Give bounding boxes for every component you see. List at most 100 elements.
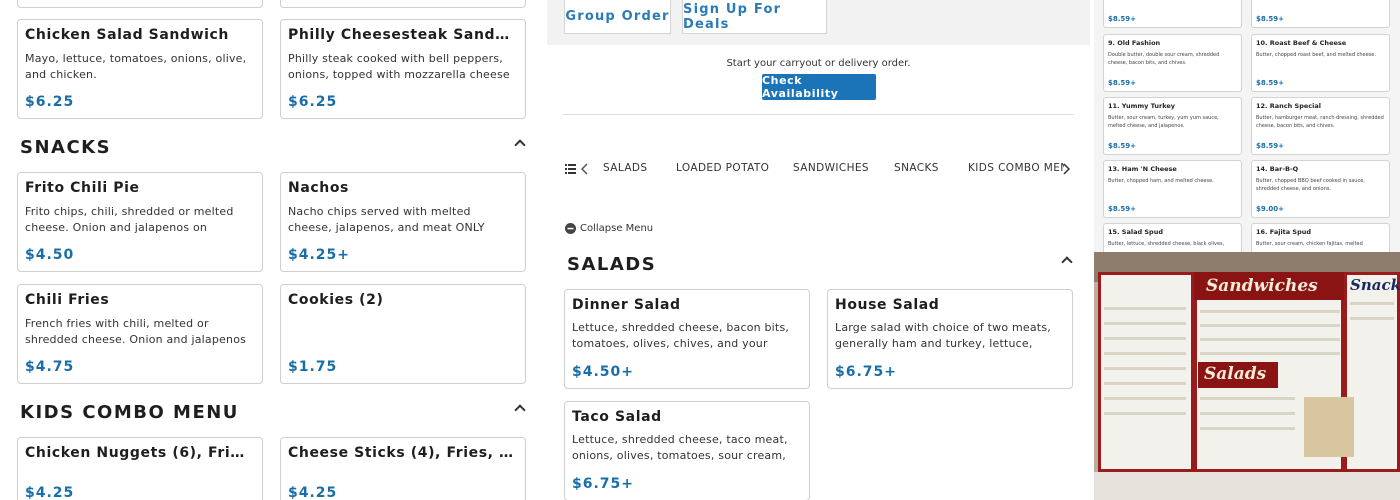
menu-item-card-small[interactable]: 9. Old Fashion Double butter, double sou… bbox=[1103, 34, 1242, 92]
menu-item-card[interactable]: Cheese Sticks (4), Fries, & Apple... $4.… bbox=[280, 437, 526, 500]
minus-circle-icon bbox=[565, 223, 576, 234]
board-text-line bbox=[1200, 324, 1340, 327]
item-title: 13. Ham 'N Cheese bbox=[1108, 165, 1177, 173]
printed-menu-panel: $8.59+ $8.59+ 9. Old Fashion Double butt… bbox=[1094, 0, 1400, 500]
list-icon[interactable] bbox=[565, 164, 576, 174]
tab-kids-combo-menu[interactable]: KIDS COMBO MENU bbox=[968, 162, 1064, 174]
item-price: $4.75 bbox=[25, 359, 75, 375]
item-description: Mayo, lettuce, tomatoes, onions, olive, … bbox=[25, 52, 247, 81]
board-text-line bbox=[1104, 397, 1186, 400]
chevron-left-icon[interactable] bbox=[581, 163, 588, 175]
board-text-line bbox=[1104, 337, 1186, 340]
item-description: Double butter, double sour cream, shredd… bbox=[1108, 52, 1220, 66]
item-title: 15. Salad Spud bbox=[1108, 228, 1163, 236]
item-title: Dinner Salad bbox=[572, 297, 681, 313]
menu-item-card-small[interactable]: 13. Ham 'N Cheese Butter, chopped ham, a… bbox=[1103, 160, 1242, 218]
board-title-salads: Salads bbox=[1204, 364, 1267, 384]
menu-item-card-small[interactable]: $8.59+ bbox=[1251, 0, 1390, 28]
main-order-panel: Group Order Sign Up For Deals Start your… bbox=[547, 0, 1090, 500]
item-price: $4.50+ bbox=[572, 364, 635, 380]
menu-item-card-small[interactable]: 10. Roast Beef & Cheese Butter, chopped … bbox=[1251, 34, 1390, 92]
item-description: Butter, chopped BBQ beef cooked in sauce… bbox=[1256, 178, 1365, 192]
item-title: Taco Salad bbox=[572, 409, 662, 425]
paper-sign bbox=[1304, 397, 1354, 457]
item-price: $1.75 bbox=[288, 359, 338, 375]
item-price: $4.25 bbox=[288, 485, 338, 500]
item-price: $8.59+ bbox=[1256, 79, 1285, 87]
item-price: $4.50 bbox=[25, 247, 75, 263]
item-price: $8.59+ bbox=[1256, 142, 1285, 150]
item-description: French fries with chili, melted or shred… bbox=[25, 317, 247, 346]
sign-up-deals-button[interactable]: Sign Up For Deals bbox=[682, 0, 827, 34]
menu-item-card-partial[interactable] bbox=[280, 0, 526, 8]
chevron-up-icon[interactable] bbox=[514, 404, 526, 416]
left-menu-panel: Chicken Salad Sandwich Mayo, lettuce, to… bbox=[0, 0, 542, 500]
board-text-line bbox=[1104, 412, 1186, 415]
board-text-line bbox=[1104, 352, 1186, 355]
tab-salads[interactable]: SALADS bbox=[603, 162, 647, 174]
item-title: Cookies (2) bbox=[288, 292, 384, 308]
item-description: Butter, chopped ham, and melted cheese. bbox=[1108, 178, 1214, 184]
item-price: $6.75+ bbox=[835, 364, 898, 380]
item-title: 10. Roast Beef & Cheese bbox=[1256, 39, 1347, 47]
collapse-menu-label: Collapse Menu bbox=[580, 223, 654, 234]
tab-snacks[interactable]: SNACKS bbox=[894, 162, 939, 174]
section-heading-kids: KIDS COMBO MENU bbox=[20, 402, 239, 423]
item-description: Frito chips, chili, shredded or melted c… bbox=[25, 205, 234, 234]
menu-item-card-small[interactable]: 11. Yummy Turkey Butter, sour cream, tur… bbox=[1103, 97, 1242, 155]
board-text-line bbox=[1200, 338, 1340, 341]
board-title-sandwiches: Sandwiches bbox=[1206, 276, 1318, 296]
board-text-line bbox=[1200, 352, 1340, 355]
menu-item-card-small[interactable]: $8.59+ bbox=[1103, 0, 1242, 28]
chevron-right-icon[interactable] bbox=[1063, 163, 1070, 175]
menu-item-card[interactable]: Chicken Salad Sandwich Mayo, lettuce, to… bbox=[17, 19, 263, 119]
photo-ceiling bbox=[1094, 472, 1400, 500]
board-text-line bbox=[1350, 317, 1394, 320]
item-title: 9. Old Fashion bbox=[1108, 39, 1161, 47]
item-price: $9.00+ bbox=[1256, 205, 1285, 213]
menu-item-card[interactable]: Nachos Nacho chips served with melted ch… bbox=[280, 172, 526, 272]
board-text-line bbox=[1200, 412, 1295, 415]
menu-item-card[interactable]: House Salad Large salad with choice of t… bbox=[827, 289, 1073, 389]
item-description: Nacho chips served with melted cheese, j… bbox=[288, 205, 485, 234]
item-description: Butter, chopped roast beef, and melted c… bbox=[1256, 52, 1376, 58]
menu-board-left bbox=[1098, 272, 1194, 472]
menu-item-card[interactable]: Chili Fries French fries with chili, mel… bbox=[17, 284, 263, 384]
section-heading-snacks: SNACKS bbox=[20, 137, 112, 158]
menu-item-card-partial[interactable] bbox=[17, 0, 263, 8]
collapse-menu-button[interactable]: Collapse Menu bbox=[565, 223, 653, 234]
menu-item-card[interactable]: Philly Cheesesteak Sandwich Philly steak… bbox=[280, 19, 526, 119]
tab-sandwiches[interactable]: SANDWICHES bbox=[793, 162, 869, 174]
menu-item-card-small[interactable]: 12. Ranch Special Butter, hamburger meat… bbox=[1251, 97, 1390, 155]
chevron-up-icon[interactable] bbox=[514, 139, 526, 151]
item-title: Chili Fries bbox=[25, 292, 110, 308]
menu-board-photo: Sandwiches Snacks Salads bbox=[1094, 252, 1400, 500]
menu-item-card[interactable]: Cookies (2) $1.75 bbox=[280, 284, 526, 384]
item-price: $8.59+ bbox=[1256, 15, 1285, 23]
item-price: $4.25 bbox=[25, 485, 75, 500]
item-title: Nachos bbox=[288, 180, 349, 196]
menu-item-card[interactable]: Taco Salad Lettuce, shredded cheese, tac… bbox=[564, 401, 810, 500]
item-price: $8.59+ bbox=[1108, 15, 1137, 23]
item-title: Philly Cheesesteak Sandwich bbox=[288, 27, 517, 43]
item-description: Butter, sour cream, turkey, yum yum sauc… bbox=[1108, 115, 1219, 129]
item-description: Lettuce, shredded cheese, taco meat, oni… bbox=[572, 433, 788, 462]
group-order-button[interactable]: Group Order bbox=[564, 0, 671, 34]
board-text-line bbox=[1104, 307, 1186, 310]
item-price: $6.75+ bbox=[572, 476, 635, 492]
item-description: Butter, lettuce, shredded cheese, black … bbox=[1108, 241, 1225, 247]
tab-loaded-potato[interactable]: LOADED POTATO bbox=[676, 162, 769, 174]
item-description: Large salad with choice of two meats, ge… bbox=[835, 321, 1051, 350]
item-title: 12. Ranch Special bbox=[1256, 102, 1321, 110]
chevron-up-icon[interactable] bbox=[1061, 256, 1073, 268]
board-text-line bbox=[1200, 427, 1295, 430]
order-prompt-text: Start your carryout or delivery order. bbox=[726, 58, 911, 69]
check-availability-button[interactable]: Check Availability bbox=[762, 74, 876, 100]
menu-item-card-small[interactable]: 14. Bar-B-Q Butter, chopped BBQ beef coo… bbox=[1251, 160, 1390, 218]
menu-item-card[interactable]: Dinner Salad Lettuce, shredded cheese, b… bbox=[564, 289, 810, 389]
item-title: Chicken Salad Sandwich bbox=[25, 27, 229, 43]
board-text-line bbox=[1200, 397, 1295, 400]
divider bbox=[563, 114, 1074, 115]
menu-item-card[interactable]: Frito Chili Pie Frito chips, chili, shre… bbox=[17, 172, 263, 272]
menu-item-card[interactable]: Chicken Nuggets (6), Fries, &... $4.25 bbox=[17, 437, 263, 500]
